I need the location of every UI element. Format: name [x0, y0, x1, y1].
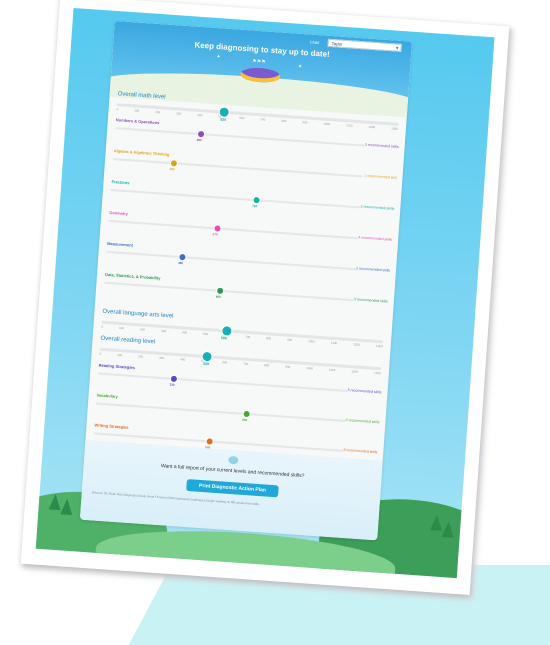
skill-level-value: 600	[215, 294, 221, 299]
recommended-skills-link[interactable]: 2 recommended skills	[345, 418, 379, 424]
skill-label: Numbers & Operations	[115, 117, 160, 126]
skill-label: Measurement	[107, 240, 134, 248]
scale-tick: 700	[244, 334, 251, 340]
print-action-plan-button[interactable]: Print Diagnostic Action Plan	[186, 479, 279, 498]
language-title: Overall language arts level	[102, 308, 174, 320]
scale-tick: 800	[264, 363, 270, 368]
recommended-skills-link[interactable]: 3 recommended skills	[365, 143, 399, 149]
recommended-skills-link[interactable]: 5 recommended skills	[354, 297, 388, 303]
chevron-down-icon: ▾	[395, 45, 399, 52]
skill-label: Geometry	[109, 209, 129, 217]
scale-tick: 1300	[373, 370, 381, 376]
scale-tick: 900	[285, 364, 291, 369]
skill-label: Reading Strategies	[98, 362, 136, 371]
scale-tick: 400	[181, 330, 188, 335]
scale-tick: 1300	[375, 343, 383, 349]
scale-tick: 1000	[308, 339, 315, 344]
math-level-value: 520	[220, 117, 227, 122]
flag-icon: ⚑⚑⚑	[252, 58, 266, 66]
skill-label: Algebra & Algebraic Thinking	[113, 148, 170, 157]
scale-tick: 1100	[345, 123, 353, 128]
scale-tick: 700	[260, 117, 266, 122]
scale-tick: 600	[222, 360, 228, 365]
skill-label: Fractions	[111, 179, 130, 186]
skill-level-value: 570	[212, 232, 218, 237]
skill-track	[106, 250, 357, 271]
skill-label: Data, Statistics, & Probability	[104, 271, 161, 281]
skill-level-value: 400	[196, 137, 202, 143]
child-label: Child	[309, 39, 320, 46]
recommended-skills-link[interactable]: 2 recommended skills	[360, 204, 394, 210]
scale-tick: 1100	[330, 340, 338, 346]
scale-tick: 0	[101, 324, 104, 329]
scale-tick: 400	[197, 112, 203, 118]
skill-label: Writing Strategies	[94, 422, 129, 430]
reading-title: Overall reading level	[100, 335, 156, 346]
scale-tick: 1100	[328, 367, 336, 373]
sparkle-icon: ✦	[297, 63, 303, 71]
skill-track	[113, 158, 363, 178]
skill-level-value: 650	[242, 417, 248, 423]
scale-tick: 1000	[323, 121, 331, 127]
scale-tick: 400	[180, 357, 186, 362]
scale-tick: 300	[159, 355, 165, 361]
skill-level-value: 380	[177, 260, 184, 266]
tree-icon	[60, 498, 74, 516]
skill-level-value: 750	[252, 203, 258, 209]
printed-sheet: Child Taylor ▾ Keep diagnosing to stay u…	[20, 0, 510, 596]
scale-tick: 1300	[391, 126, 398, 131]
sparkle-icon: ✦	[216, 54, 221, 61]
skill-track	[104, 281, 354, 302]
scale-tick: 1200	[353, 342, 361, 347]
scale-tick: 1200	[351, 369, 359, 374]
app-screen: Child Taylor ▾ Keep diagnosing to stay u…	[35, 7, 495, 579]
scale-tick: 800	[281, 118, 287, 124]
scale-tick: 300	[160, 328, 167, 334]
scale-tick: 200	[155, 109, 161, 115]
scale-tick: 800	[266, 336, 272, 341]
scale-tick: 1200	[368, 124, 376, 130]
scale-tick: 700	[243, 361, 249, 366]
report-icon	[228, 455, 239, 465]
diagnostic-card: Child Taylor ▾ Keep diagnosing to stay u…	[79, 20, 413, 541]
skill-track	[115, 127, 365, 147]
scale-tick: 0	[99, 351, 102, 356]
recommended-skills-link[interactable]: 1 recommended skill	[364, 174, 396, 180]
scale-tick: 100	[134, 108, 140, 113]
scale-tick: 1000	[306, 366, 314, 371]
scale-tick: 200	[139, 327, 146, 332]
scale-tick: 100	[118, 325, 125, 331]
skill-level-value: 300	[169, 167, 175, 172]
scale-tick: 200	[138, 354, 144, 359]
scale-tick: 300	[176, 111, 182, 116]
recommended-skills-link[interactable]: 2 recommended skills	[356, 266, 390, 272]
child-select-value: Taylor	[331, 41, 343, 47]
skill-track	[95, 402, 346, 422]
language-level-value: 500	[220, 336, 227, 341]
scale-tick: 900	[302, 120, 308, 125]
scale-tick: 900	[287, 337, 293, 342]
recommended-skills-link[interactable]: 4 recommended skills	[358, 235, 392, 241]
reading-level-value: 500	[203, 361, 210, 367]
banner: Child Taylor ▾ Keep diagnosing to stay u…	[99, 20, 413, 119]
scale-tick: 600	[239, 115, 245, 121]
reading-scale-track	[99, 347, 382, 371]
recommended-skills-link[interactable]: 6 recommended skills	[343, 448, 377, 454]
scale-tick: 0	[116, 107, 119, 112]
skill-level-value: 330	[169, 382, 175, 387]
recommended-skills-link[interactable]: 5 recommended skills	[348, 388, 382, 394]
skill-track	[108, 219, 359, 240]
skill-label: Vocabulary	[96, 392, 119, 399]
tree-icon	[441, 520, 455, 538]
skill-track	[110, 189, 361, 209]
scale-tick: 500	[202, 331, 209, 337]
scale-tick: 100	[117, 352, 123, 358]
skill-track	[98, 372, 348, 392]
